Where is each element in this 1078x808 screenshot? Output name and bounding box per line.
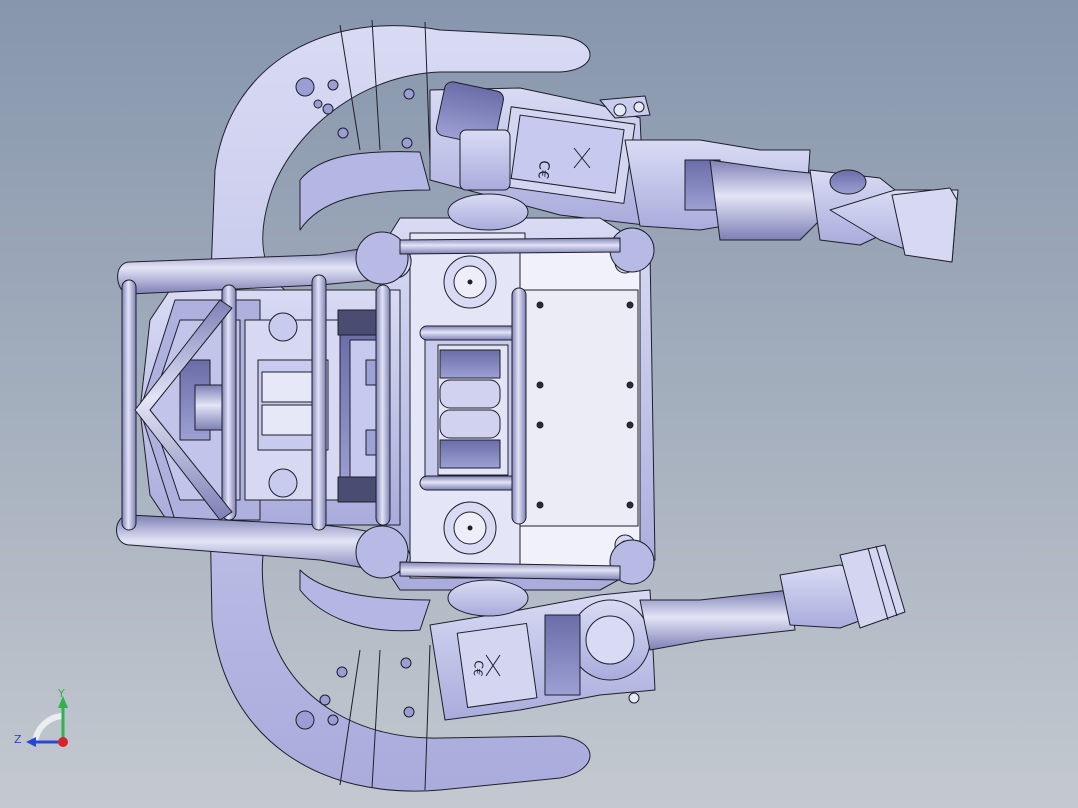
triad-z-arrowhead [26,737,36,747]
triad-z-label: Z [14,733,22,746]
view-orientation-triad[interactable]: Y Z [10,684,80,754]
shoulder-joint-bottom [447,579,529,617]
graphics-viewport[interactable]: C€ C€ Y Z [0,0,1078,808]
front-frame-mechanism [139,289,401,526]
central-body [379,217,656,591]
base-ring-holes-bottom [295,657,415,730]
triad-x-axis-dot [58,737,68,747]
shoulder-joint-top [447,193,529,231]
triad-base-arc [32,713,63,743]
svg-text:C€: C€ [471,660,486,677]
robot-assembly-model[interactable]: C€ C€ [0,0,1078,808]
triad-y-label: Y [58,687,65,700]
svg-text:C€: C€ [534,160,552,180]
